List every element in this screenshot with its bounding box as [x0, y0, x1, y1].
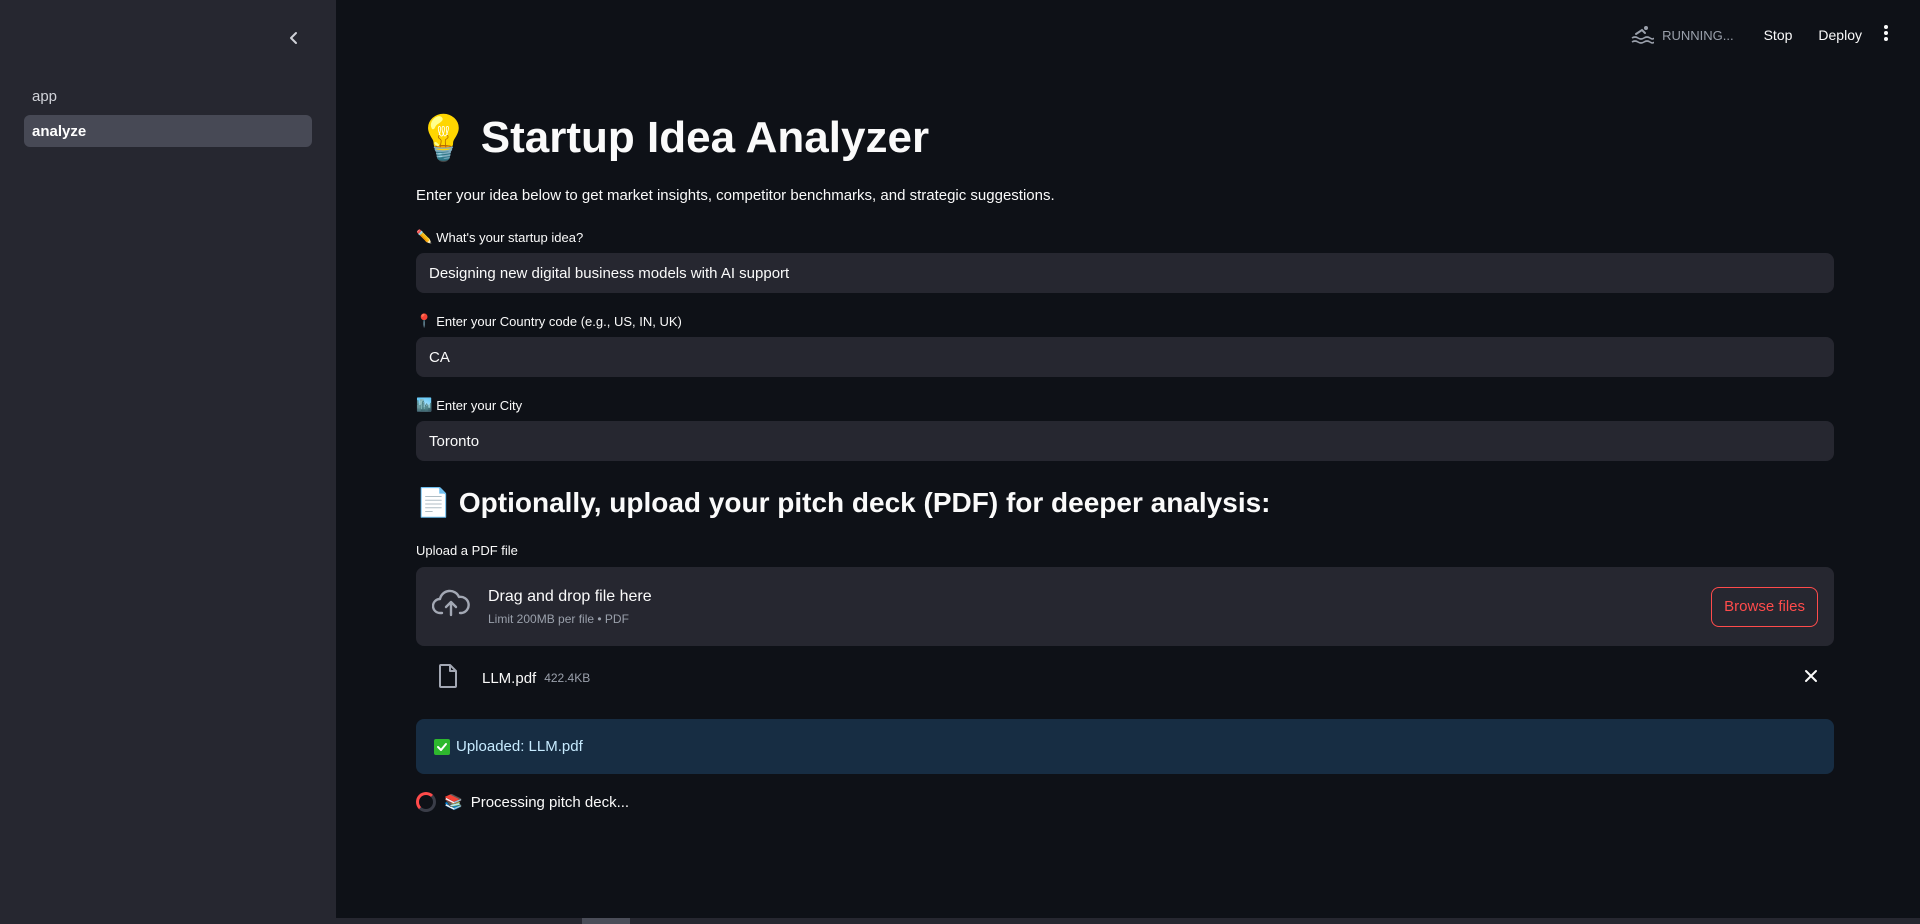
more-vertical-icon	[1883, 24, 1889, 47]
cloud-upload-icon	[431, 589, 470, 624]
sidebar-item-label: analyze	[32, 122, 87, 140]
books-icon: 📚	[444, 794, 463, 811]
file-dropzone[interactable]: Drag and drop file here Limit 200MB per …	[416, 567, 1834, 646]
page-title: 💡 Startup Idea Analyzer	[416, 112, 929, 164]
sidebar: app analyze	[0, 0, 336, 924]
checkmark-icon	[434, 738, 450, 755]
file-icon	[438, 663, 458, 693]
collapse-sidebar-button[interactable]	[280, 26, 308, 54]
processing-status: 📚 Processing pitch deck...	[416, 792, 629, 812]
upload-label: Upload a PDF file	[416, 543, 518, 558]
city-input[interactable]	[416, 421, 1834, 461]
spinner-icon	[416, 792, 436, 812]
scrollbar-thumb[interactable]	[582, 918, 630, 924]
processing-text: Processing pitch deck...	[470, 793, 630, 811]
page-title-text: Startup Idea Analyzer	[480, 113, 930, 162]
header-toolbar: RUNNING... Stop Deploy	[1420, 0, 1920, 70]
running-status: RUNNING...	[1630, 24, 1734, 47]
upload-section-heading: 📄 Optionally, upload your pitch deck (PD…	[416, 486, 1271, 519]
country-code-input[interactable]	[416, 337, 1834, 377]
file-limit-note: Limit 200MB per file • PDF	[488, 611, 629, 626]
upload-success-alert: Uploaded: LLM.pdf	[416, 719, 1834, 774]
uploaded-file-row: LLM.pdf 422.4KB	[416, 655, 1834, 701]
country-code-label: 📍 Enter your Country code (e.g., US, IN,…	[416, 313, 682, 329]
deploy-button[interactable]: Deploy	[1808, 21, 1872, 49]
sidebar-item-analyze[interactable]: analyze	[24, 115, 312, 147]
field-label-text: Enter your Country code (e.g., US, IN, U…	[436, 313, 682, 329]
startup-idea-input[interactable]	[416, 253, 1834, 293]
file-name: LLM.pdf	[482, 669, 537, 687]
swimmer-icon	[1630, 24, 1655, 47]
sidebar-item-label: app	[32, 87, 58, 105]
sidebar-nav: app analyze	[24, 80, 312, 150]
stop-button[interactable]: Stop	[1754, 21, 1803, 49]
field-label-text: What's your startup idea?	[436, 229, 584, 245]
startup-idea-label: ✏️ What's your startup idea?	[416, 229, 583, 245]
page-subtitle: Enter your idea below to get market insi…	[416, 187, 1055, 204]
close-icon	[1805, 669, 1817, 682]
upload-success-text: Uploaded: LLM.pdf	[456, 738, 583, 755]
document-icon: 📄	[416, 487, 451, 518]
file-size: 422.4KB	[544, 671, 591, 685]
pencil-icon: ✏️	[416, 229, 433, 244]
horizontal-scrollbar[interactable]	[48, 918, 1920, 924]
drag-drop-instruction: Drag and drop file here	[488, 587, 652, 605]
sidebar-item-app[interactable]: app	[24, 80, 312, 112]
dropzone-text: Drag and drop file here Limit 200MB per …	[488, 588, 652, 626]
upload-section-heading-text: Optionally, upload your pitch deck (PDF)…	[458, 486, 1271, 518]
browse-files-button[interactable]: Browse files	[1711, 586, 1818, 627]
city-icon: 🏙️	[416, 397, 433, 412]
field-label-text: Enter your City	[436, 397, 523, 413]
main-menu-button[interactable]	[1872, 24, 1900, 47]
pin-icon: 📍	[416, 313, 433, 328]
city-label: 🏙️ Enter your City	[416, 397, 522, 413]
remove-file-button[interactable]	[1804, 669, 1818, 688]
lightbulb-icon: 💡	[416, 114, 471, 163]
running-status-label: RUNNING...	[1662, 27, 1734, 43]
chevron-left-icon	[287, 31, 301, 50]
